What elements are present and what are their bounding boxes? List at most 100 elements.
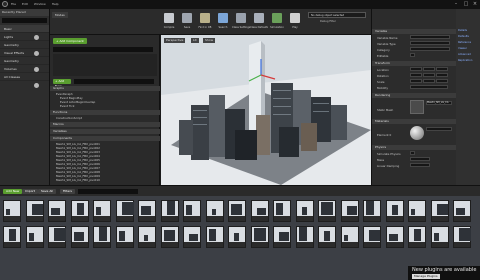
simulate-physics-checkbox[interactable] <box>410 151 415 155</box>
asset-thumbnail[interactable] <box>273 226 291 248</box>
rotation-y-input[interactable] <box>423 73 435 77</box>
linear-damping-input[interactable] <box>410 163 430 167</box>
asset-thumbnail[interactable] <box>183 200 201 222</box>
location-z-input[interactable] <box>436 67 448 71</box>
section-physics[interactable]: Physics <box>372 145 457 150</box>
section-functions[interactable]: Functions <box>50 110 160 115</box>
manage-plugins-button[interactable]: Manage Plugins <box>412 274 440 279</box>
component-item[interactable]: Mesh1_SM_LG_CA_FBX_pivot10 <box>56 178 100 182</box>
mass-input[interactable] <box>410 157 430 161</box>
lit-dropdown[interactable]: Lit <box>191 38 199 43</box>
filters-button[interactable]: Filters <box>60 189 75 194</box>
asset-thumbnail[interactable] <box>183 226 201 248</box>
blueprint-search-input[interactable] <box>74 79 154 84</box>
scale-z-input[interactable] <box>436 79 448 83</box>
asset-thumbnail[interactable] <box>340 226 359 248</box>
perspective-dropdown[interactable]: Perspective <box>164 38 186 43</box>
asset-thumbnail[interactable] <box>70 226 89 248</box>
asset-thumbnail[interactable] <box>160 200 179 222</box>
add-component-button[interactable]: + Add Component <box>53 38 87 44</box>
editable-checkbox[interactable] <box>410 53 415 57</box>
variable-name-input[interactable] <box>410 35 450 39</box>
asset-thumbnail[interactable] <box>318 200 336 222</box>
modes-search-input[interactable] <box>2 18 47 23</box>
asset-thumbnail[interactable] <box>25 226 44 248</box>
save-all-button[interactable]: Save All <box>38 189 57 194</box>
graph-item[interactable]: Event Tick <box>60 104 74 108</box>
play-button[interactable]: Play <box>286 11 304 33</box>
toolbar-tab[interactable]: Modes <box>52 12 68 18</box>
import-button[interactable]: Import <box>22 189 38 194</box>
mobility-toggle[interactable] <box>410 85 448 89</box>
asset-thumbnail[interactable] <box>295 226 314 248</box>
search-button[interactable]: Search <box>214 11 232 33</box>
asset-thumbnail[interactable] <box>453 226 471 248</box>
asset-thumbnail[interactable] <box>385 226 404 248</box>
scale-x-input[interactable] <box>410 79 422 83</box>
asset-thumbnail[interactable] <box>430 226 449 248</box>
asset-thumbnail[interactable] <box>228 226 246 248</box>
asset-thumbnail[interactable] <box>273 200 291 222</box>
side-link[interactable]: Defaults <box>458 35 469 38</box>
section-variables[interactable]: Variables <box>50 129 160 134</box>
minimize-icon[interactable]: – <box>452 1 460 7</box>
asset-thumbnail[interactable] <box>3 226 21 248</box>
category-all-classes[interactable]: All Classes <box>0 73 49 81</box>
find-in-cb-button[interactable]: Find in CB <box>196 11 214 33</box>
mesh-thumbnail[interactable] <box>410 100 424 114</box>
asset-thumbnail[interactable] <box>318 226 336 248</box>
asset-thumbnail[interactable] <box>205 200 224 222</box>
menu-file[interactable]: File <box>10 1 17 7</box>
asset-thumbnail[interactable] <box>453 200 471 222</box>
menu-window[interactable]: Window <box>33 1 47 7</box>
category-volumes[interactable]: Volumes <box>0 65 49 73</box>
side-link[interactable]: Reference <box>458 41 471 44</box>
asset-thumbnail[interactable] <box>295 200 314 222</box>
section-variable[interactable]: Variable <box>372 29 457 34</box>
asset-thumbnail[interactable] <box>363 200 381 222</box>
category-select[interactable] <box>410 47 450 51</box>
variable-type-select[interactable] <box>410 41 450 45</box>
asset-thumbnail[interactable] <box>25 200 44 222</box>
asset-thumbnail[interactable] <box>138 226 156 248</box>
category-visual-effects[interactable]: Visual Effects <box>0 49 49 57</box>
section-materials[interactable]: Materials <box>372 119 457 124</box>
rotation-z-input[interactable] <box>436 73 448 77</box>
asset-thumbnail[interactable] <box>93 200 111 222</box>
section-transform[interactable]: Transform <box>372 61 457 66</box>
side-link[interactable]: Replication <box>458 59 472 62</box>
class-settings-button[interactable]: Class Settings <box>232 11 250 33</box>
save-button[interactable]: Save <box>178 11 196 33</box>
asset-thumbnail[interactable] <box>250 200 269 222</box>
asset-thumbnail[interactable] <box>228 200 246 222</box>
location-y-input[interactable] <box>423 67 435 71</box>
asset-thumbnail[interactable] <box>3 200 21 222</box>
asset-thumbnail[interactable] <box>138 200 156 222</box>
level-viewport[interactable]: Perspective Lit Show <box>161 35 371 185</box>
close-icon[interactable]: × <box>471 1 479 7</box>
menu-edit[interactable]: Edit <box>21 1 29 7</box>
category-lights[interactable]: Lights <box>0 33 49 41</box>
asset-thumbnail[interactable] <box>408 200 426 222</box>
section-graphs[interactable]: Graphs <box>50 86 160 91</box>
asset-thumbnail[interactable] <box>48 200 66 222</box>
scale-y-input[interactable] <box>423 79 435 83</box>
asset-thumbnail[interactable] <box>70 200 89 222</box>
asset-thumbnail[interactable] <box>115 200 134 222</box>
menu-help[interactable]: Help <box>51 1 60 7</box>
component-search-input[interactable] <box>53 47 153 52</box>
asset-thumbnail[interactable] <box>430 200 449 222</box>
class-defaults-button[interactable]: Class Defaults <box>250 11 268 33</box>
unreal-logo-icon[interactable] <box>2 1 8 7</box>
debug-object-select[interactable]: No debug object selected <box>308 12 366 18</box>
section-rendering[interactable]: Rendering <box>372 93 457 98</box>
maximize-icon[interactable]: □ <box>462 1 470 7</box>
asset-thumbnail[interactable] <box>385 200 404 222</box>
asset-thumbnail[interactable] <box>363 226 381 248</box>
asset-thumbnail[interactable] <box>340 200 359 222</box>
section-macros[interactable]: Macros <box>50 122 160 127</box>
location-x-input[interactable] <box>410 67 422 71</box>
asset-thumbnail[interactable] <box>93 226 111 248</box>
simulation-button[interactable]: Simulation <box>268 11 286 33</box>
compile-button[interactable]: Compile <box>160 11 178 33</box>
